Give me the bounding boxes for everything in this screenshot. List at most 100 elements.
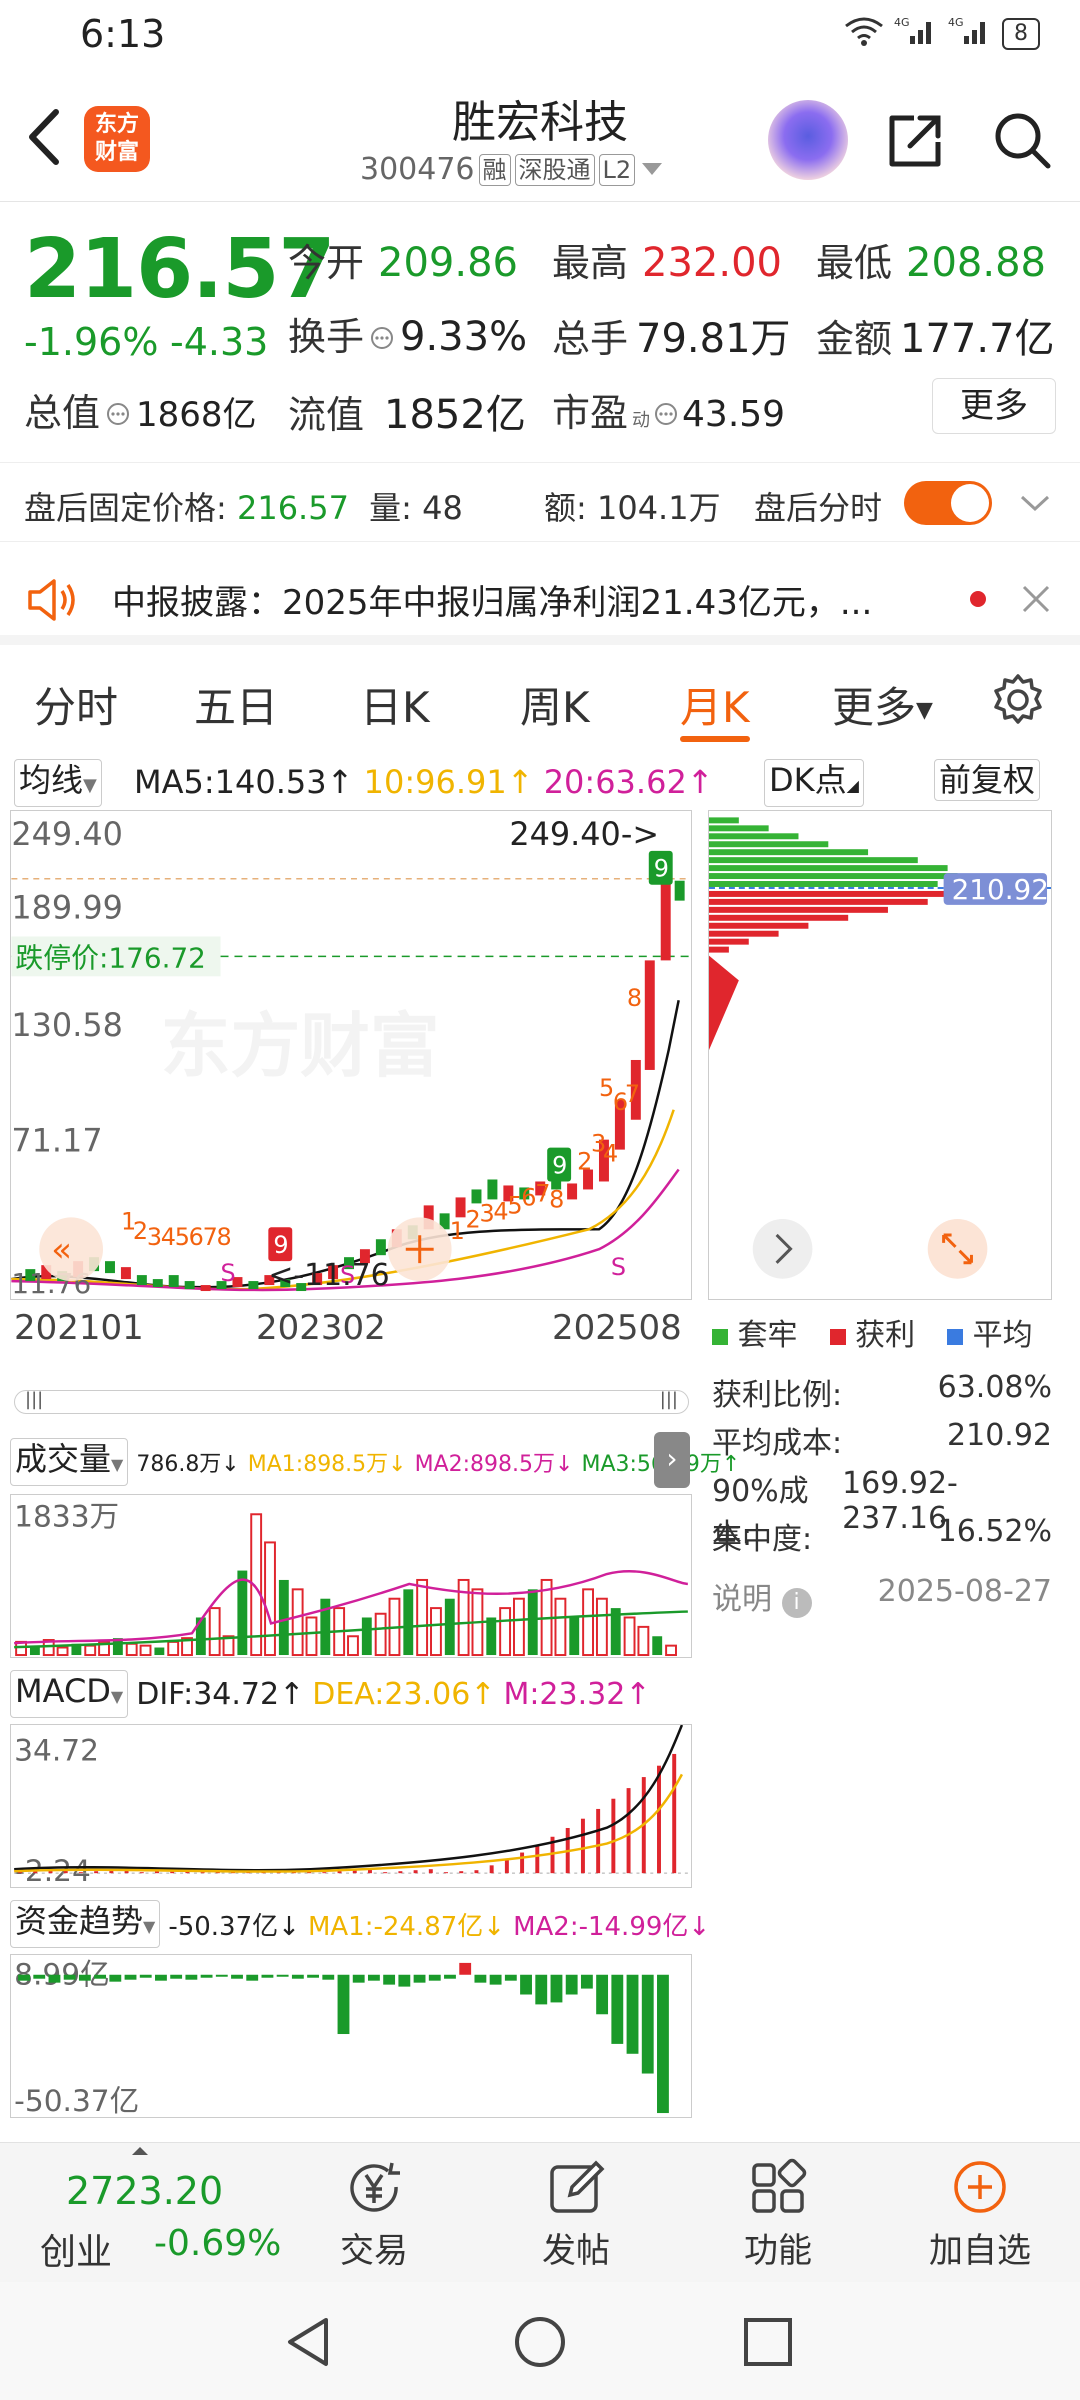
volume-select[interactable]: 成交量▼ [10,1438,129,1486]
share-icon[interactable] [884,108,948,172]
expand-icon[interactable] [927,1219,988,1279]
tab-intraday[interactable]: 分时 [34,674,118,735]
nav-add-watchlist[interactable]: 加自选 [900,2157,1060,2272]
adjust-select[interactable]: 前复权 [934,759,1041,801]
chip-note-link[interactable]: 说明 i [712,1574,812,1618]
kline-chart[interactable]: 东方财富 9 9 9 8 567 234 123 456 78 1 23 456… [10,810,692,1300]
chip-bars-profit [709,890,948,1051]
after-hours-toggle[interactable] [904,481,992,525]
chip-row-profit-ratio: 获利比例: 63.08% [712,1370,1052,1413]
svg-text:8.99亿: 8.99亿 [14,1957,110,1992]
header: 胜宏科技 东方 财富 300476 融 深股通 L2 [0,72,1080,202]
y-label-top: 249.40 [11,815,122,853]
svg-text:3: 3 [479,1199,494,1227]
active-tab-indicator [680,736,750,742]
close-icon[interactable] [1020,583,1052,615]
system-back-icon[interactable] [282,2314,334,2370]
index-ticker[interactable]: 2723.20 创业 -0.69% [0,2143,300,2283]
system-nav-bar [0,2282,1080,2400]
nav-trade[interactable]: 交易 [294,2157,454,2272]
back-arrow-icon[interactable] [20,102,70,172]
limit-down-label: 跌停价:176.72 [15,941,206,974]
app-logo[interactable]: 东方 财富 [84,106,150,172]
svg-text:8: 8 [217,1223,232,1251]
svg-text:4: 4 [161,1223,176,1251]
amount-cell: 金额 177.7亿 [816,306,1055,364]
svg-text:9: 9 [273,1231,288,1259]
settings-gear-icon[interactable] [990,672,1046,728]
svg-text:34.72: 34.72 [14,1733,99,1768]
fund-trend-select[interactable]: 资金趋势▼ [10,1900,161,1948]
svg-text:2: 2 [133,1217,148,1245]
x-label-3: 202508 [552,1308,682,1348]
yen-icon [350,2162,400,2212]
info-icon[interactable] [106,402,130,430]
search-icon[interactable] [990,108,1054,172]
dk-point-select[interactable]: DK点◢ [764,759,864,807]
watermark: 东方财富 [161,1006,440,1087]
y-label-4: 71.17 [11,1122,102,1160]
chart-scrollbar[interactable]: ||| ||| [14,1389,689,1414]
low-value: 208.88 [906,240,1046,286]
signal-icon-2: 4G [948,16,992,52]
more-quote-button[interactable]: 更多 [932,378,1056,434]
svg-text:4G: 4G [948,16,964,29]
svg-text:4: 4 [603,1140,618,1168]
chevron-down-icon[interactable] [1018,491,1052,515]
after-hours-bar: 盘后固定价格: 216.57 量: 48 额: 104.1万 盘后分时 [0,462,1080,542]
wifi-icon [844,16,884,52]
ma10-value: 10:96.91↑ [363,763,534,801]
news-text: 中报披露：2025年中报归属净利润21.43亿元，... [112,583,873,623]
stock-code: 300476 [360,152,475,187]
volume-header: 成交量▼ 786.8万↓ MA1:898.5万↓ MA2:898.5万↓ MA3… [10,1438,740,1486]
info-icon[interactable] [370,326,394,354]
battery-icon: 8 [1002,18,1040,50]
low-cell: 最低 208.88 [816,240,1046,286]
fund-trend-chart: 8.99亿 -50.37亿 [10,1954,692,2118]
panel-expand-arrow[interactable]: › [654,1432,690,1488]
after-hours-amount: 104.1万 [596,489,721,527]
bottom-nav: 2723.20 创业 -0.69% 交易 发帖 功能 加自选 [0,2142,1080,2282]
index-change: -0.69% [154,2223,282,2264]
assistant-avatar[interactable] [768,100,848,180]
tab-daily-k[interactable]: 日K [360,674,430,735]
high-marker: 249.40-> [509,815,659,853]
svg-text:9: 9 [552,1152,567,1180]
tab-more[interactable]: 更多▼ [832,674,933,735]
tab-five-day[interactable]: 五日 [194,674,278,735]
tag-level2: L2 [598,153,636,186]
signal-icon: 4G [894,16,938,52]
pe-cell: 市盈 动 43.59 [552,391,786,435]
unread-dot [970,591,986,607]
system-recents-icon[interactable] [742,2316,794,2368]
svg-text:6: 6 [521,1183,536,1211]
ma-select[interactable]: 均线▼ [14,759,102,807]
chip-distribution-chart[interactable]: 210.92 [708,810,1052,1300]
svg-text:7: 7 [625,1080,640,1108]
system-home-icon[interactable] [512,2314,568,2370]
nav-post[interactable]: 发帖 [496,2157,656,2272]
pe-value: 43.59 [682,394,786,435]
x-label-1: 202101 [14,1308,144,1348]
macd-select[interactable]: MACD▼ [10,1670,129,1718]
dropdown-triangle-icon[interactable] [639,152,665,187]
nav-functions[interactable]: 功能 [698,2157,858,2272]
info-icon[interactable] [654,402,678,430]
after-hours-minute-label: 盘后分时 [754,489,883,527]
svg-text:5: 5 [599,1074,614,1102]
svg-text:6: 6 [189,1223,204,1251]
svg-text:-50.37亿: -50.37亿 [14,2083,139,2118]
tab-monthly-k[interactable]: 月K [680,674,750,735]
caret-up-icon [132,2147,148,2155]
tab-weekly-k[interactable]: 周K [520,674,590,735]
svg-text:4: 4 [493,1197,508,1225]
amount-value: 177.7亿 [900,316,1055,362]
chip-row-avg-cost: 平均成本: 210.92 [712,1418,1052,1461]
mktcap-value: 1868亿 [136,395,257,435]
change-percent: -1.96% [24,320,159,364]
chip-next-button[interactable] [752,1219,813,1279]
svg-text:8: 8 [549,1185,564,1213]
news-bar[interactable]: 中报披露：2025年中报归属净利润21.43亿元，... [0,555,1080,645]
svg-text:S: S [611,1253,626,1281]
svg-text:8: 8 [627,984,642,1012]
